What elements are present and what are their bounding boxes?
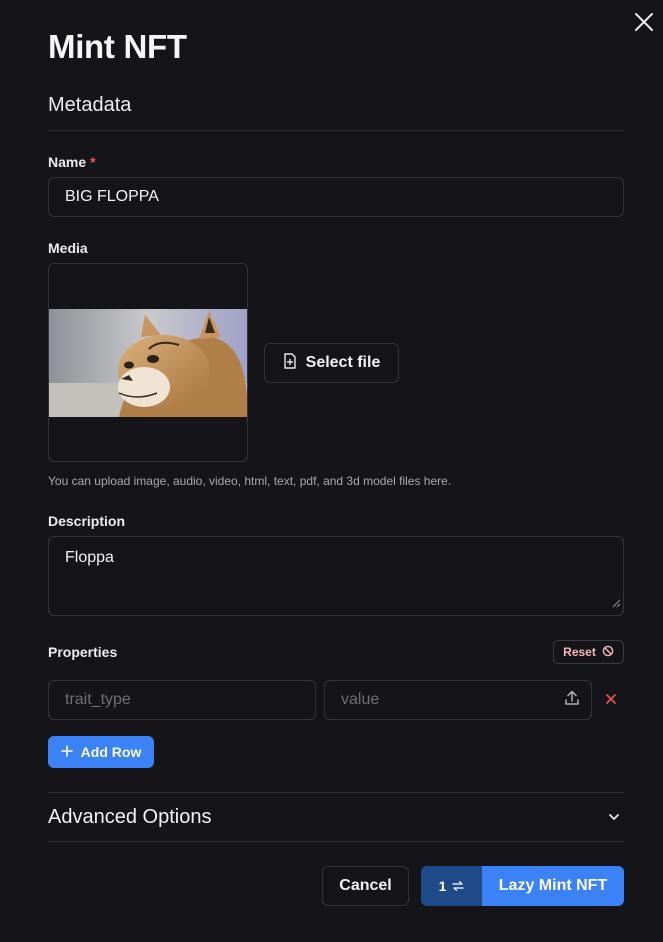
resize-grip-icon[interactable] [611,595,621,613]
add-row-label: Add Row [80,744,142,760]
file-plus-icon [283,352,297,374]
advanced-options-label: Advanced Options [48,805,212,828]
trait-type-input[interactable] [48,680,316,720]
mint-quantity-value: 1 [438,878,447,894]
dialog-title: Mint NFT [48,28,187,65]
name-label: Name * [48,154,96,170]
close-icon[interactable] [633,11,655,33]
media-preview-image [49,309,247,417]
plus-icon [60,744,73,760]
lazy-mint-button-group: 1 Lazy Mint NFT [421,866,624,906]
trait-value-input[interactable] [324,680,592,720]
properties-label: Properties [48,644,118,660]
advanced-options-toggle[interactable]: Advanced Options [48,793,624,841]
swap-arrows-icon [452,878,465,894]
cancel-label: Cancel [339,877,392,894]
media-dropzone[interactable] [48,263,248,462]
description-value: Floppa [65,549,114,566]
upload-icon[interactable] [563,689,581,712]
name-input[interactable] [48,177,624,217]
lazy-mint-button[interactable]: Lazy Mint NFT [482,866,624,906]
required-asterisk: * [90,154,96,170]
advanced-bottom-divider [48,841,624,842]
name-label-text: Name [48,154,87,170]
cancel-button[interactable]: Cancel [322,866,409,906]
select-file-button[interactable]: Select file [264,343,399,383]
metadata-divider [48,130,624,131]
ban-icon [602,645,614,660]
media-label: Media [48,240,88,256]
select-file-label: Select file [305,354,381,371]
mint-nft-dialog: Mint NFT Metadata Name* Media [0,0,663,942]
description-label: Description [48,513,126,529]
metadata-heading: Metadata [48,94,132,116]
mint-quantity-button[interactable]: 1 [421,866,482,906]
reset-button[interactable]: Reset [553,640,624,664]
media-hint: You can upload image, audio, video, html… [48,474,452,488]
chevron-down-icon [608,808,620,826]
description-textarea[interactable]: Floppa [48,536,624,616]
add-row-button[interactable]: Add Row [48,736,154,768]
lazy-mint-label: Lazy Mint NFT [498,877,608,894]
remove-row-x-icon[interactable] [604,692,618,711]
reset-label: Reset [563,645,596,659]
